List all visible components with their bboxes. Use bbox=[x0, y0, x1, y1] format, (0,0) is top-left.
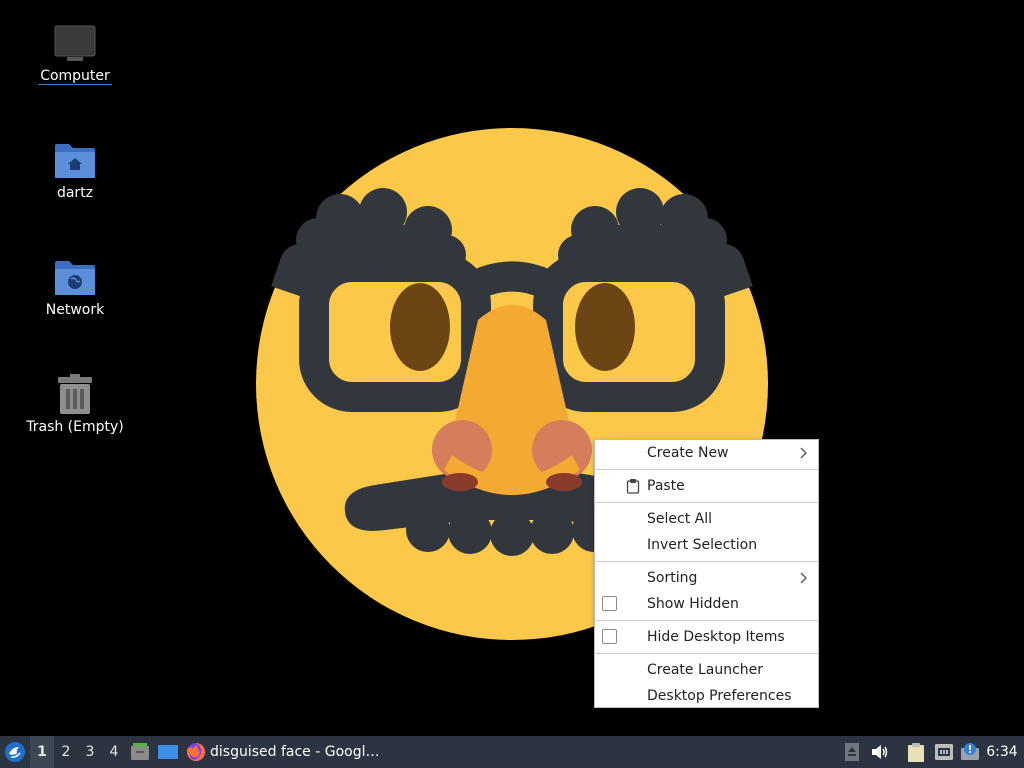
desktop-icon-computer[interactable]: Computer bbox=[20, 22, 130, 85]
menu-item-invert-selection[interactable]: Invert Selection bbox=[595, 532, 818, 558]
menu-item-show-hidden[interactable]: Show Hidden bbox=[595, 591, 818, 617]
menu-separator bbox=[595, 653, 818, 654]
tray-network[interactable] bbox=[932, 736, 956, 768]
file-manager-icon bbox=[131, 743, 149, 760]
workspace-3[interactable]: 3 bbox=[78, 736, 102, 768]
show-hidden-checkbox[interactable] bbox=[602, 596, 617, 611]
desktop-icon-label: Network bbox=[45, 302, 105, 318]
desktop-icon-home[interactable]: dartz bbox=[20, 139, 130, 201]
menu-separator bbox=[595, 561, 818, 562]
clock[interactable]: 6:34 bbox=[984, 736, 1020, 768]
start-menu-button[interactable] bbox=[0, 736, 30, 768]
workspace-2[interactable]: 2 bbox=[54, 736, 78, 768]
home-folder-icon bbox=[53, 139, 97, 183]
launcher-show-desktop[interactable] bbox=[154, 736, 182, 768]
menu-item-paste[interactable]: Paste bbox=[595, 473, 818, 499]
desktop-icon-label: Trash (Empty) bbox=[26, 419, 124, 435]
menu-separator bbox=[595, 620, 818, 621]
desktop-icon-trash[interactable]: Trash (Empty) bbox=[20, 373, 130, 435]
firefox-icon bbox=[187, 742, 206, 761]
tray-volume[interactable] bbox=[868, 736, 892, 768]
network-icon bbox=[935, 744, 953, 760]
menu-separator bbox=[595, 502, 818, 503]
eye-right bbox=[575, 283, 635, 371]
computer-icon bbox=[53, 22, 97, 66]
desktop-context-menu: Create New Paste Select All Invert Selec… bbox=[594, 439, 819, 708]
tray-eject[interactable] bbox=[842, 736, 862, 768]
network-folder-icon bbox=[53, 256, 97, 300]
taskbar: 1 2 3 4 disguised face - Googl… 6:34 bbox=[0, 736, 1024, 768]
desktop-icon-label: dartz bbox=[56, 185, 94, 201]
trash-icon bbox=[53, 373, 97, 417]
hide-desktop-items-checkbox[interactable] bbox=[602, 629, 617, 644]
menu-item-sorting[interactable]: Sorting bbox=[595, 565, 818, 591]
desktop[interactable]: Computer dartz Network Trash (Empty) Cre… bbox=[0, 0, 1024, 736]
workspace-4[interactable]: 4 bbox=[102, 736, 126, 768]
menu-item-hide-desktop-items[interactable]: Hide Desktop Items bbox=[595, 624, 818, 650]
menu-separator bbox=[595, 469, 818, 470]
taskbar-task-firefox[interactable]: disguised face - Googl… bbox=[182, 736, 386, 768]
paste-icon bbox=[626, 479, 640, 494]
menu-item-create-new[interactable]: Create New bbox=[595, 440, 818, 466]
chevron-right-icon bbox=[800, 572, 807, 584]
lubuntu-logo-icon bbox=[5, 742, 25, 762]
desktop-icon-label: Computer bbox=[38, 68, 112, 85]
menu-item-desktop-preferences[interactable]: Desktop Preferences bbox=[595, 683, 818, 709]
tray-updates[interactable] bbox=[958, 736, 982, 768]
menu-item-create-launcher[interactable]: Create Launcher bbox=[595, 657, 818, 683]
workspace-1[interactable]: 1 bbox=[30, 736, 54, 768]
update-icon bbox=[961, 743, 979, 760]
eject-icon bbox=[845, 743, 859, 761]
tray-clipboard[interactable] bbox=[904, 736, 928, 768]
eye-left bbox=[390, 283, 450, 371]
menu-item-select-all[interactable]: Select All bbox=[595, 506, 818, 532]
volume-icon bbox=[872, 745, 888, 759]
desktop-icon-network[interactable]: Network bbox=[20, 256, 130, 318]
wallpaper-disguised-face bbox=[256, 128, 768, 640]
clipboard-icon bbox=[908, 743, 924, 762]
launcher-file-manager[interactable] bbox=[126, 736, 154, 768]
show-desktop-icon bbox=[158, 745, 178, 759]
taskbar-task-title: disguised face - Googl… bbox=[210, 744, 380, 760]
chevron-right-icon bbox=[800, 447, 807, 459]
